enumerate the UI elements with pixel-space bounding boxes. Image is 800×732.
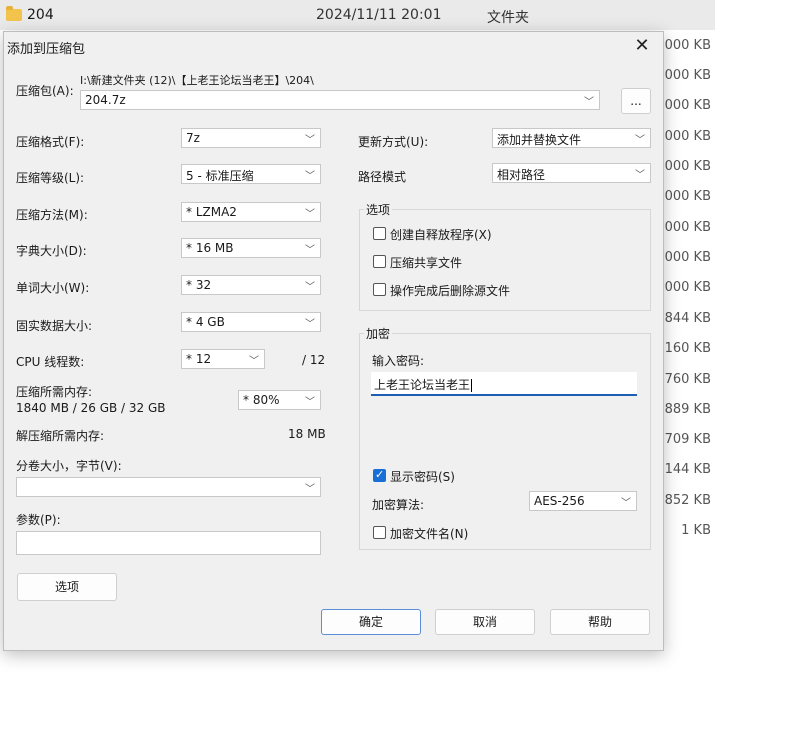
threads-select[interactable]: * 12 ﹀ [181, 349, 265, 369]
browse-button[interactable]: ... [621, 88, 651, 114]
word-value: * 32 [186, 278, 212, 292]
folder-date: 2024/11/11 20:01 [316, 7, 442, 23]
archive-name-combo[interactable]: 204.7z ﹀ [80, 90, 600, 110]
options-group-title: 选项 [364, 201, 393, 218]
encryption-group: 加密 输入密码: 显示密码(S) 加密算法: AES-256 ﹀ 加密文件名(N… [359, 325, 651, 550]
chevron-down-icon: ﹀ [305, 282, 315, 293]
level-select[interactable]: 5 - 标准压缩 ﹀ [181, 164, 321, 184]
chevron-down-icon: ﹀ [635, 170, 645, 181]
level-label: 压缩等级(L): [16, 171, 85, 185]
help-button[interactable]: 帮助 [550, 609, 650, 635]
add-to-archive-dialog: 添加到压缩包 ✕ 压缩包(A): I:\新建文件夹 (12)\【上老王论坛当老王… [3, 31, 664, 651]
solid-select[interactable]: * 4 GB ﹀ [181, 312, 321, 332]
threads-label: CPU 线程数: [16, 355, 85, 369]
encryption-group-title: 加密 [364, 325, 393, 342]
volume-label: 分卷大小，字节(V): [16, 459, 122, 473]
dict-value: * 16 MB [186, 241, 234, 255]
folder-name: 204 [27, 7, 54, 23]
archive-path: I:\新建文件夹 (12)\【上老王论坛当老王】\204\ [80, 74, 314, 87]
archive-name-value: 204.7z [85, 93, 126, 107]
delete-after-label: 操作完成后删除源文件 [390, 284, 511, 298]
chevron-down-icon: ﹀ [305, 209, 315, 220]
archive-label: 压缩包(A): [16, 84, 74, 98]
delete-after-checkbox[interactable] [373, 283, 386, 296]
password-input[interactable]: 上老王论坛当老王 [371, 372, 637, 396]
volume-size-combo[interactable]: ﹀ [16, 477, 321, 497]
path-mode-value: 相对路径 [497, 168, 546, 182]
format-label: 压缩格式(F): [16, 135, 85, 149]
ok-button[interactable]: 确定 [321, 609, 421, 635]
decompress-memory-label: 解压缩所需内存: [16, 429, 105, 443]
show-password-label: 显示密码(S) [390, 470, 455, 484]
shared-files-checkbox[interactable] [373, 255, 386, 268]
format-select[interactable]: 7z ﹀ [181, 128, 321, 148]
update-mode-value: 添加并替换文件 [497, 133, 582, 147]
chevron-down-icon: ﹀ [305, 397, 315, 408]
decompress-memory-value: 18 MB [288, 427, 326, 441]
encryption-method-value: AES-256 [534, 494, 585, 508]
memory-usage-value: * 80% [243, 393, 280, 407]
chevron-down-icon: ﹀ [249, 356, 259, 367]
level-value: 5 - 标准压缩 [186, 169, 254, 183]
sfx-label: 创建自释放程序(X) [390, 228, 492, 242]
sfx-checkbox[interactable] [373, 227, 386, 240]
word-label: 单词大小(W): [16, 281, 90, 295]
encryption-method-label: 加密算法: [372, 498, 425, 512]
memory-label: 压缩所需内存: [16, 385, 93, 399]
password-value: 上老王论坛当老王 [374, 378, 471, 392]
chevron-down-icon: ﹀ [635, 135, 645, 146]
path-mode-label: 路径模式 [358, 170, 407, 184]
chevron-down-icon: ﹀ [584, 97, 594, 108]
chevron-down-icon: ﹀ [305, 319, 315, 330]
encryption-method-select[interactable]: AES-256 ﹀ [529, 491, 637, 511]
threads-total: / 12 [302, 353, 326, 367]
chevron-down-icon: ﹀ [305, 135, 315, 146]
dict-label: 字典大小(D): [16, 244, 87, 258]
folder-type: 文件夹 [487, 10, 529, 26]
update-mode-select[interactable]: 添加并替换文件 ﹀ [492, 128, 651, 148]
shared-files-label: 压缩共享文件 [390, 256, 463, 270]
method-select[interactable]: * LZMA2 ﹀ [181, 202, 321, 222]
chevron-down-icon: ﹀ [305, 484, 315, 495]
password-label: 输入密码: [372, 354, 425, 368]
text-caret [471, 379, 473, 392]
path-mode-select[interactable]: 相对路径 ﹀ [492, 163, 651, 183]
update-mode-label: 更新方式(U): [358, 135, 429, 149]
chevron-down-icon: ﹀ [621, 498, 631, 509]
cancel-button[interactable]: 取消 [435, 609, 535, 635]
encrypt-filenames-checkbox[interactable] [373, 526, 386, 539]
options-button[interactable]: 选项 [17, 573, 117, 601]
dialog-title: 添加到压缩包 [7, 42, 86, 57]
params-input[interactable] [16, 531, 321, 555]
threads-value: * 12 [186, 352, 212, 366]
method-value: * LZMA2 [186, 205, 237, 219]
explorer-folder-row[interactable]: 204 2024/11/11 20:01 文件夹 [0, 0, 715, 30]
memory-detail: 1840 MB / 26 GB / 32 GB [16, 401, 166, 415]
method-label: 压缩方法(M): [16, 208, 88, 222]
word-select[interactable]: * 32 ﹀ [181, 275, 321, 295]
dict-select[interactable]: * 16 MB ﹀ [181, 238, 321, 258]
memory-usage-select[interactable]: * 80% ﹀ [238, 390, 321, 410]
encrypt-filenames-label: 加密文件名(N) [390, 527, 469, 541]
format-value: 7z [186, 131, 200, 145]
folder-icon [6, 6, 22, 21]
chevron-down-icon: ﹀ [305, 245, 315, 256]
show-password-checkbox[interactable] [373, 468, 386, 482]
options-group: 选项 创建自释放程序(X) 压缩共享文件 操作完成后删除源文件 [359, 201, 651, 311]
chevron-down-icon: ﹀ [305, 171, 315, 182]
solid-value: * 4 GB [186, 315, 225, 329]
close-icon[interactable]: ✕ [629, 35, 655, 57]
solid-label: 固实数据大小: [16, 319, 93, 333]
params-label: 参数(P): [16, 513, 61, 527]
